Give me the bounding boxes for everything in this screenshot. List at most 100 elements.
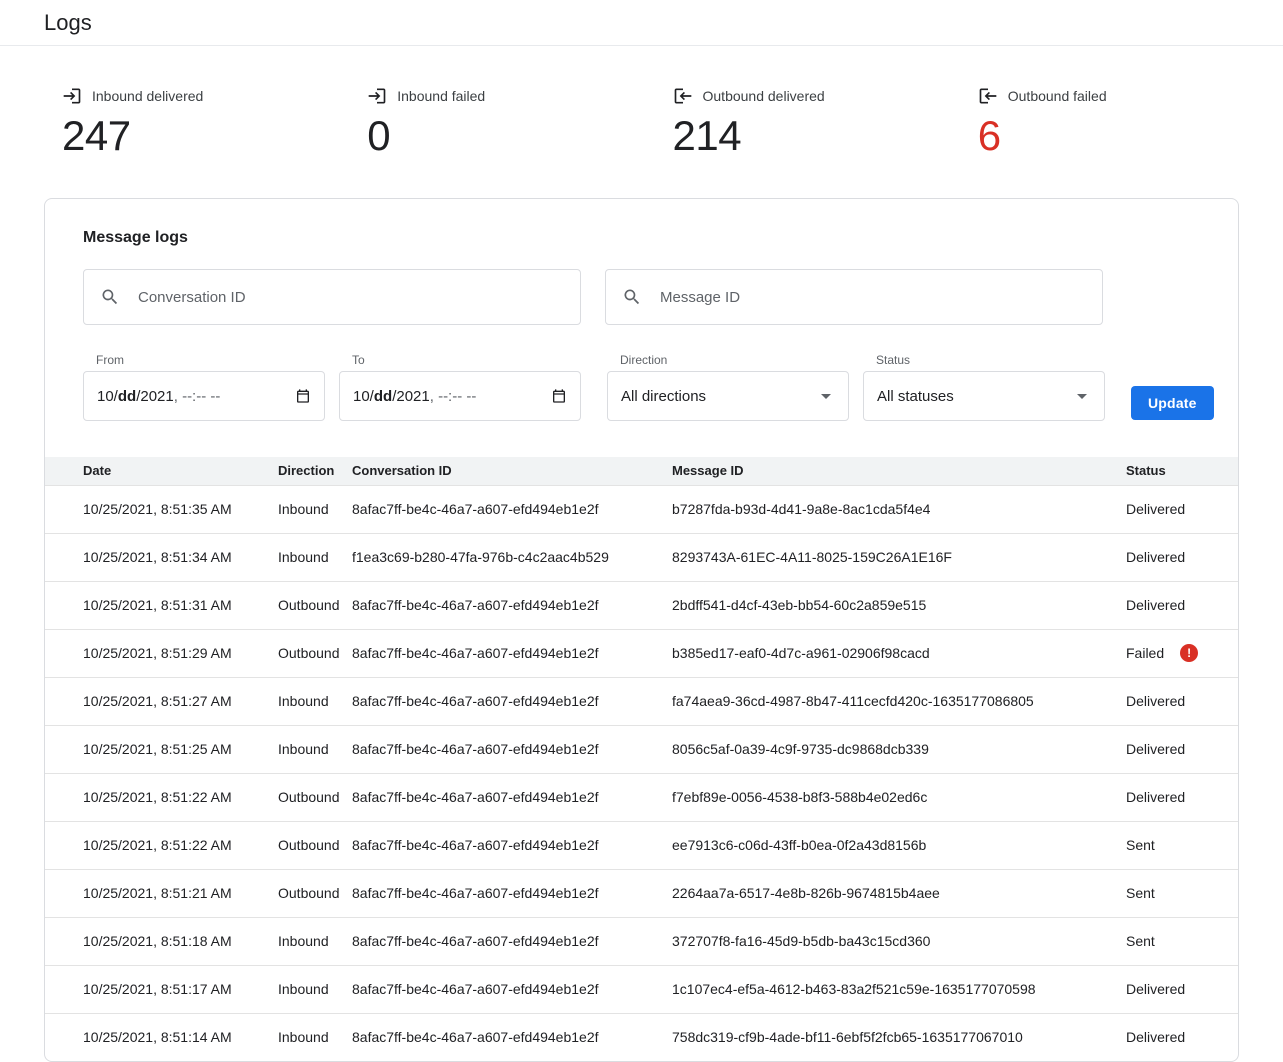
error-icon[interactable]: ! (1180, 644, 1198, 662)
cell-message-id: 1c107ec4-ef5a-4612-b463-83a2f521c59e-163… (672, 965, 1126, 1013)
cell-message-id: fa74aea9-36cd-4987-8b47-411cecfd420c-163… (672, 677, 1126, 725)
cell-direction: Inbound (278, 485, 352, 533)
to-date-input[interactable]: 10/dd/2021, --:-- -- (339, 371, 581, 421)
direction-select[interactable]: All directions (607, 371, 849, 421)
update-button[interactable]: Update (1131, 386, 1214, 420)
table-row[interactable]: 10/25/2021, 8:51:18 AM Inbound 8afac7ff-… (45, 917, 1238, 965)
conversation-id-search (83, 269, 581, 325)
cell-message-id: f7ebf89e-0056-4538-b8f3-588b4e02ed6c (672, 773, 1126, 821)
outbound-arrow-icon (978, 86, 998, 106)
message-id-search (605, 269, 1103, 325)
card-title: Message logs (45, 199, 1238, 247)
status-select[interactable]: All statuses (863, 371, 1105, 421)
cell-date: 10/25/2021, 8:51:18 AM (45, 917, 278, 965)
table-row[interactable]: 10/25/2021, 8:51:34 AM Inbound f1ea3c69-… (45, 533, 1238, 581)
cell-message-id: 372707f8-fa16-45d9-b5db-ba43c15cd360 (672, 917, 1126, 965)
cell-direction: Outbound (278, 869, 352, 917)
stat-inbound-failed: Inbound failed 0 (367, 86, 672, 160)
dropdown-caret-icon (1077, 394, 1087, 399)
date-day[interactable]: dd (118, 388, 136, 405)
cell-message-id: 8293743A-61EC-4A11-8025-159C26A1E16F (672, 533, 1126, 581)
date-year[interactable]: /2021 (136, 388, 174, 405)
cell-status: Sent ! (1126, 821, 1238, 869)
cell-conversation-id: 8afac7ff-be4c-46a7-a607-efd494eb1e2f (352, 581, 672, 629)
stat-label: Outbound failed (1008, 88, 1107, 104)
cell-status: Delivered ! (1126, 1013, 1238, 1061)
column-header-date: Date (45, 457, 278, 485)
cell-message-id: b385ed17-eaf0-4d7c-a961-02906f98cacd (672, 629, 1126, 677)
from-date-group: From 10/dd/2021, --:-- -- (83, 353, 325, 421)
table-row[interactable]: 10/25/2021, 8:51:27 AM Inbound 8afac7ff-… (45, 677, 1238, 725)
stat-value: 214 (673, 112, 978, 160)
table-row[interactable]: 10/25/2021, 8:51:14 AM Inbound 8afac7ff-… (45, 1013, 1238, 1061)
status-filter-group: Status All statuses (863, 353, 1105, 421)
log-table-body: 10/25/2021, 8:51:35 AM Inbound 8afac7ff-… (45, 485, 1238, 1061)
column-header-status: Status (1126, 457, 1238, 485)
date-day[interactable]: dd (374, 388, 392, 405)
cell-message-id: 2bdff541-d4cf-43eb-bb54-60c2a859e515 (672, 581, 1126, 629)
cell-message-id: 8056c5af-0a39-4c9f-9735-dc9868dcb339 (672, 725, 1126, 773)
date-year[interactable]: /2021 (392, 388, 430, 405)
cell-direction: Outbound (278, 629, 352, 677)
from-date-input[interactable]: 10/dd/2021, --:-- -- (83, 371, 325, 421)
status-text: Sent (1126, 885, 1155, 901)
table-row[interactable]: 10/25/2021, 8:51:21 AM Outbound 8afac7ff… (45, 869, 1238, 917)
calendar-icon[interactable] (551, 388, 567, 404)
search-icon (622, 287, 642, 307)
date-month[interactable]: 10/ (97, 388, 118, 405)
cell-direction: Outbound (278, 821, 352, 869)
column-header-conversation-id: Conversation ID (352, 457, 672, 485)
direction-selected-value: All directions (621, 388, 706, 405)
status-text: Delivered (1126, 981, 1185, 997)
cell-date: 10/25/2021, 8:51:31 AM (45, 581, 278, 629)
log-table-header: Date Direction Conversation ID Message I… (45, 457, 1238, 485)
cell-status: Failed ! (1126, 629, 1238, 677)
cell-direction: Outbound (278, 581, 352, 629)
status-text: Delivered (1126, 693, 1185, 709)
stat-value: 0 (367, 112, 672, 160)
cell-status: Delivered ! (1126, 533, 1238, 581)
cell-conversation-id: 8afac7ff-be4c-46a7-a607-efd494eb1e2f (352, 725, 672, 773)
cell-status: Delivered ! (1126, 581, 1238, 629)
date-time[interactable]: , --:-- -- (174, 388, 221, 405)
cell-conversation-id: 8afac7ff-be4c-46a7-a607-efd494eb1e2f (352, 821, 672, 869)
date-month[interactable]: 10/ (353, 388, 374, 405)
cell-date: 10/25/2021, 8:51:35 AM (45, 485, 278, 533)
inbound-arrow-icon (62, 86, 82, 106)
cell-conversation-id: 8afac7ff-be4c-46a7-a607-efd494eb1e2f (352, 965, 672, 1013)
cell-status: Sent ! (1126, 917, 1238, 965)
status-text: Delivered (1126, 597, 1185, 613)
table-row[interactable]: 10/25/2021, 8:51:25 AM Inbound 8afac7ff-… (45, 725, 1238, 773)
cell-conversation-id: 8afac7ff-be4c-46a7-a607-efd494eb1e2f (352, 629, 672, 677)
direction-label: Direction (620, 353, 849, 367)
log-table: Date Direction Conversation ID Message I… (45, 457, 1238, 1061)
inbound-arrow-icon (367, 86, 387, 106)
cell-direction: Inbound (278, 533, 352, 581)
cell-message-id: ee7913c6-c06d-43ff-b0ea-0f2a43d8156b (672, 821, 1126, 869)
cell-status: Sent ! (1126, 869, 1238, 917)
cell-conversation-id: 8afac7ff-be4c-46a7-a607-efd494eb1e2f (352, 773, 672, 821)
outbound-arrow-icon (673, 86, 693, 106)
stat-label: Inbound failed (397, 88, 485, 104)
status-text: Delivered (1126, 549, 1185, 565)
cell-direction: Inbound (278, 1013, 352, 1061)
conversation-id-input[interactable] (136, 288, 564, 307)
message-id-input[interactable] (658, 288, 1086, 307)
cell-date: 10/25/2021, 8:51:34 AM (45, 533, 278, 581)
message-logs-card: Message logs From 10/dd/2021, --:-- -- T… (44, 198, 1239, 1062)
cell-conversation-id: 8afac7ff-be4c-46a7-a607-efd494eb1e2f (352, 677, 672, 725)
table-row[interactable]: 10/25/2021, 8:51:29 AM Outbound 8afac7ff… (45, 629, 1238, 677)
stat-inbound-delivered: Inbound delivered 247 (62, 86, 367, 160)
status-text: Delivered (1126, 501, 1185, 517)
table-row[interactable]: 10/25/2021, 8:51:35 AM Inbound 8afac7ff-… (45, 485, 1238, 533)
search-row (45, 247, 1238, 325)
calendar-icon[interactable] (295, 388, 311, 404)
table-row[interactable]: 10/25/2021, 8:51:22 AM Outbound 8afac7ff… (45, 821, 1238, 869)
date-time[interactable]: , --:-- -- (430, 388, 477, 405)
table-row[interactable]: 10/25/2021, 8:51:22 AM Outbound 8afac7ff… (45, 773, 1238, 821)
table-row[interactable]: 10/25/2021, 8:51:31 AM Outbound 8afac7ff… (45, 581, 1238, 629)
page-title: Logs (44, 10, 92, 36)
table-row[interactable]: 10/25/2021, 8:51:17 AM Inbound 8afac7ff-… (45, 965, 1238, 1013)
to-date-group: To 10/dd/2021, --:-- -- (339, 353, 581, 421)
cell-status: Delivered ! (1126, 677, 1238, 725)
